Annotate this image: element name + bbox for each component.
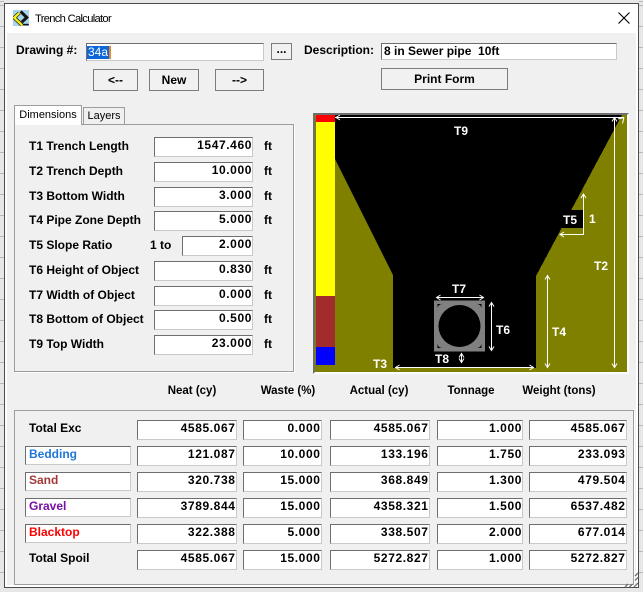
svg-text:T9: T9: [454, 124, 468, 138]
svg-text:T8: T8: [435, 352, 449, 366]
svg-text:T3: T3: [373, 357, 387, 371]
svg-text:T2: T2: [594, 259, 608, 273]
svg-text:T6: T6: [496, 323, 510, 337]
svg-text:1: 1: [589, 212, 596, 226]
svg-text:T5: T5: [563, 213, 577, 227]
svg-text:T7: T7: [452, 282, 466, 296]
svg-text:T4: T4: [552, 325, 566, 339]
